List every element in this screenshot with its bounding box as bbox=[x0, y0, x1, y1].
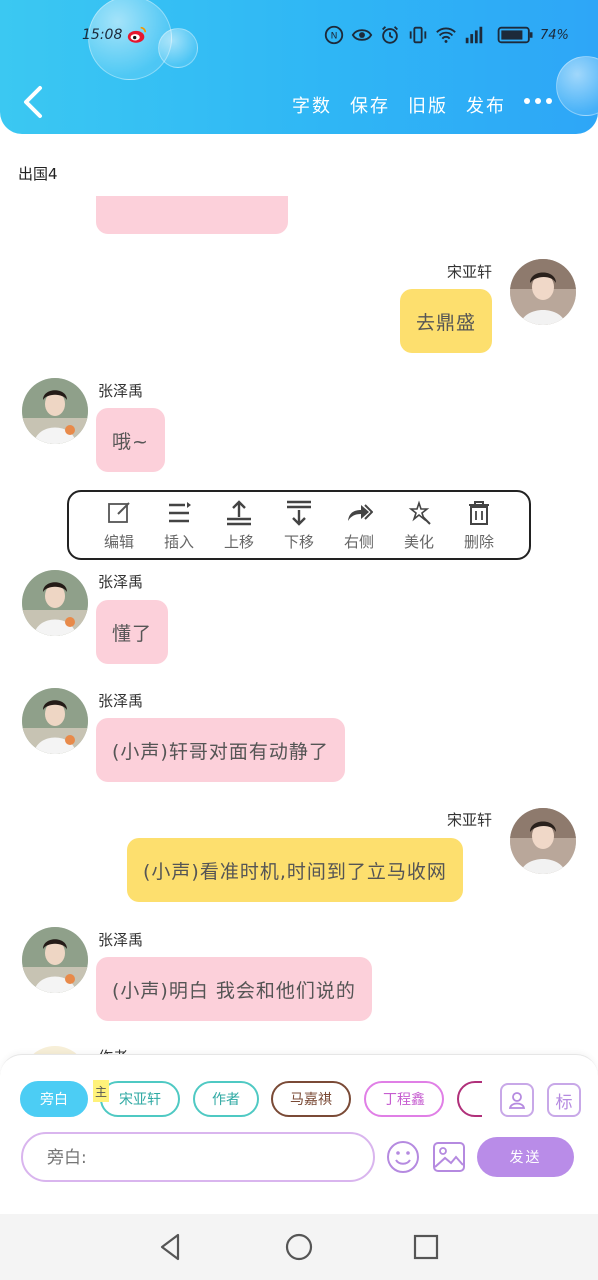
avatar[interactable] bbox=[22, 927, 88, 993]
alarm-icon bbox=[382, 26, 398, 44]
message-bubble[interactable]: 哦~ bbox=[96, 408, 165, 472]
send-button[interactable]: 发送 bbox=[477, 1137, 574, 1177]
publish-button[interactable]: 发布 bbox=[466, 92, 506, 118]
message-bubble-partial[interactable] bbox=[96, 196, 288, 234]
menu-right-side[interactable]: 右侧 bbox=[333, 499, 385, 552]
header-actions: 字数 保存 旧版 发布 bbox=[292, 92, 506, 118]
eye-icon bbox=[351, 29, 373, 41]
message-bubble[interactable]: (小声)明白 我会和他们说的 bbox=[96, 957, 372, 1021]
tag-label: 标 bbox=[555, 1092, 573, 1113]
role-chip[interactable] bbox=[457, 1081, 482, 1117]
avatar[interactable] bbox=[510, 259, 576, 325]
message-bubble[interactable]: 懂了 bbox=[96, 600, 169, 664]
character-button[interactable] bbox=[500, 1083, 534, 1117]
battery-icon bbox=[497, 26, 533, 44]
tag-button[interactable]: 标 bbox=[547, 1083, 581, 1117]
menu-label: 美化 bbox=[403, 532, 434, 551]
back-button[interactable] bbox=[18, 84, 50, 120]
magic-icon bbox=[408, 499, 431, 525]
message-bubble[interactable]: (小声)看准时机,时间到了立马收网 bbox=[127, 838, 463, 902]
menu-move-up[interactable]: 上移 bbox=[213, 499, 265, 552]
role-label: 作者 bbox=[212, 1092, 240, 1108]
menu-label: 删除 bbox=[463, 532, 494, 551]
message-input[interactable] bbox=[47, 1144, 357, 1172]
chat-list[interactable]: 宋亚轩 去鼎盛 张泽禹 哦~ 编辑 插入 上移 下移 右侧 美化 删除 张泽禹 … bbox=[0, 196, 598, 1054]
avatar[interactable] bbox=[22, 1046, 88, 1054]
sender-name: 作者 bbox=[98, 1046, 128, 1054]
message-text: (小声)轩哥对面有动静了 bbox=[112, 740, 329, 763]
message-bubble[interactable]: 去鼎盛 bbox=[400, 289, 493, 353]
move-down-icon bbox=[287, 500, 311, 526]
message-input-wrap bbox=[21, 1132, 375, 1182]
menu-label: 插入 bbox=[163, 532, 194, 551]
forward-icon bbox=[348, 503, 373, 521]
menu-delete[interactable]: 删除 bbox=[453, 499, 505, 552]
menu-insert[interactable]: 插入 bbox=[153, 499, 205, 552]
sender-name: 宋亚轩 bbox=[447, 263, 493, 281]
person-icon bbox=[508, 1092, 526, 1109]
nav-home-icon[interactable] bbox=[284, 1232, 314, 1262]
role-selector: 旁白 宋亚轩 作者 马嘉祺 丁程鑫 bbox=[20, 1081, 482, 1121]
message-bubble[interactable]: (小声)轩哥对面有动静了 bbox=[96, 718, 345, 782]
old-version-button[interactable]: 旧版 bbox=[408, 92, 448, 118]
signal-icon bbox=[465, 26, 483, 44]
message-text: 哦~ bbox=[112, 430, 149, 453]
main-role-tag: 主 bbox=[93, 1080, 109, 1102]
avatar[interactable] bbox=[22, 688, 88, 754]
menu-beautify[interactable]: 美化 bbox=[393, 499, 445, 552]
role-label: 丁程鑫 bbox=[383, 1092, 425, 1108]
sender-name: 张泽禹 bbox=[98, 573, 144, 591]
sender-name: 张泽禹 bbox=[98, 382, 144, 400]
edit-icon bbox=[108, 501, 130, 523]
doc-title: 出国4 bbox=[18, 165, 58, 183]
menu-label: 下移 bbox=[283, 532, 314, 551]
battery-percent: 74% bbox=[540, 28, 569, 43]
status-bar: 15:08 N 74% bbox=[0, 18, 598, 54]
nav-back-icon[interactable] bbox=[156, 1232, 186, 1262]
nav-recents-icon[interactable] bbox=[411, 1232, 441, 1262]
avatar[interactable] bbox=[510, 808, 576, 874]
menu-label: 编辑 bbox=[103, 532, 134, 551]
trash-icon bbox=[469, 500, 489, 525]
role-label: 马嘉祺 bbox=[290, 1092, 332, 1108]
vibrate-icon bbox=[409, 26, 427, 44]
status-icons: N bbox=[323, 23, 535, 47]
role-label: 旁白 bbox=[40, 1092, 68, 1108]
weibo-icon bbox=[127, 26, 147, 43]
menu-move-down[interactable]: 下移 bbox=[273, 499, 325, 552]
message-text: (小声)看准时机,时间到了立马收网 bbox=[143, 860, 447, 883]
role-label: 宋亚轩 bbox=[119, 1092, 161, 1108]
menu-edit[interactable]: 编辑 bbox=[93, 499, 145, 552]
more-button[interactable] bbox=[524, 98, 552, 104]
role-chip[interactable]: 宋亚轩 bbox=[100, 1081, 180, 1117]
wifi-icon bbox=[436, 27, 456, 43]
menu-label: 右侧 bbox=[343, 532, 374, 551]
sender-name: 张泽禹 bbox=[98, 931, 144, 949]
move-up-icon bbox=[227, 499, 251, 525]
decor-bubble bbox=[556, 56, 598, 116]
role-chip[interactable]: 旁白 bbox=[20, 1081, 88, 1117]
message-text: 懂了 bbox=[112, 622, 153, 645]
word-count-button[interactable]: 字数 bbox=[292, 92, 332, 118]
insert-icon bbox=[169, 501, 191, 522]
message-text: 去鼎盛 bbox=[416, 311, 477, 334]
avatar[interactable] bbox=[22, 570, 88, 636]
svg-text:N: N bbox=[331, 31, 338, 42]
sender-name: 宋亚轩 bbox=[447, 811, 493, 829]
avatar[interactable] bbox=[22, 378, 88, 444]
image-icon[interactable] bbox=[432, 1140, 466, 1174]
system-nav-bar bbox=[0, 1214, 598, 1280]
message-text: (小声)明白 我会和他们说的 bbox=[112, 979, 356, 1002]
message-context-menu: 编辑 插入 上移 下移 右侧 美化 删除 bbox=[67, 490, 531, 560]
sender-name: 张泽禹 bbox=[98, 692, 144, 710]
menu-label: 上移 bbox=[223, 532, 254, 551]
role-chip[interactable]: 作者 bbox=[193, 1081, 259, 1117]
status-time: 15:08 bbox=[82, 27, 123, 43]
save-button[interactable]: 保存 bbox=[350, 92, 390, 118]
emoji-icon[interactable] bbox=[386, 1140, 420, 1174]
role-chip[interactable]: 马嘉祺 bbox=[271, 1081, 351, 1117]
hd-icon: N bbox=[324, 25, 344, 45]
app-header: 15:08 N 74% 字数 保存 旧版 发布 bbox=[0, 0, 598, 134]
role-chip[interactable]: 丁程鑫 bbox=[364, 1081, 444, 1117]
